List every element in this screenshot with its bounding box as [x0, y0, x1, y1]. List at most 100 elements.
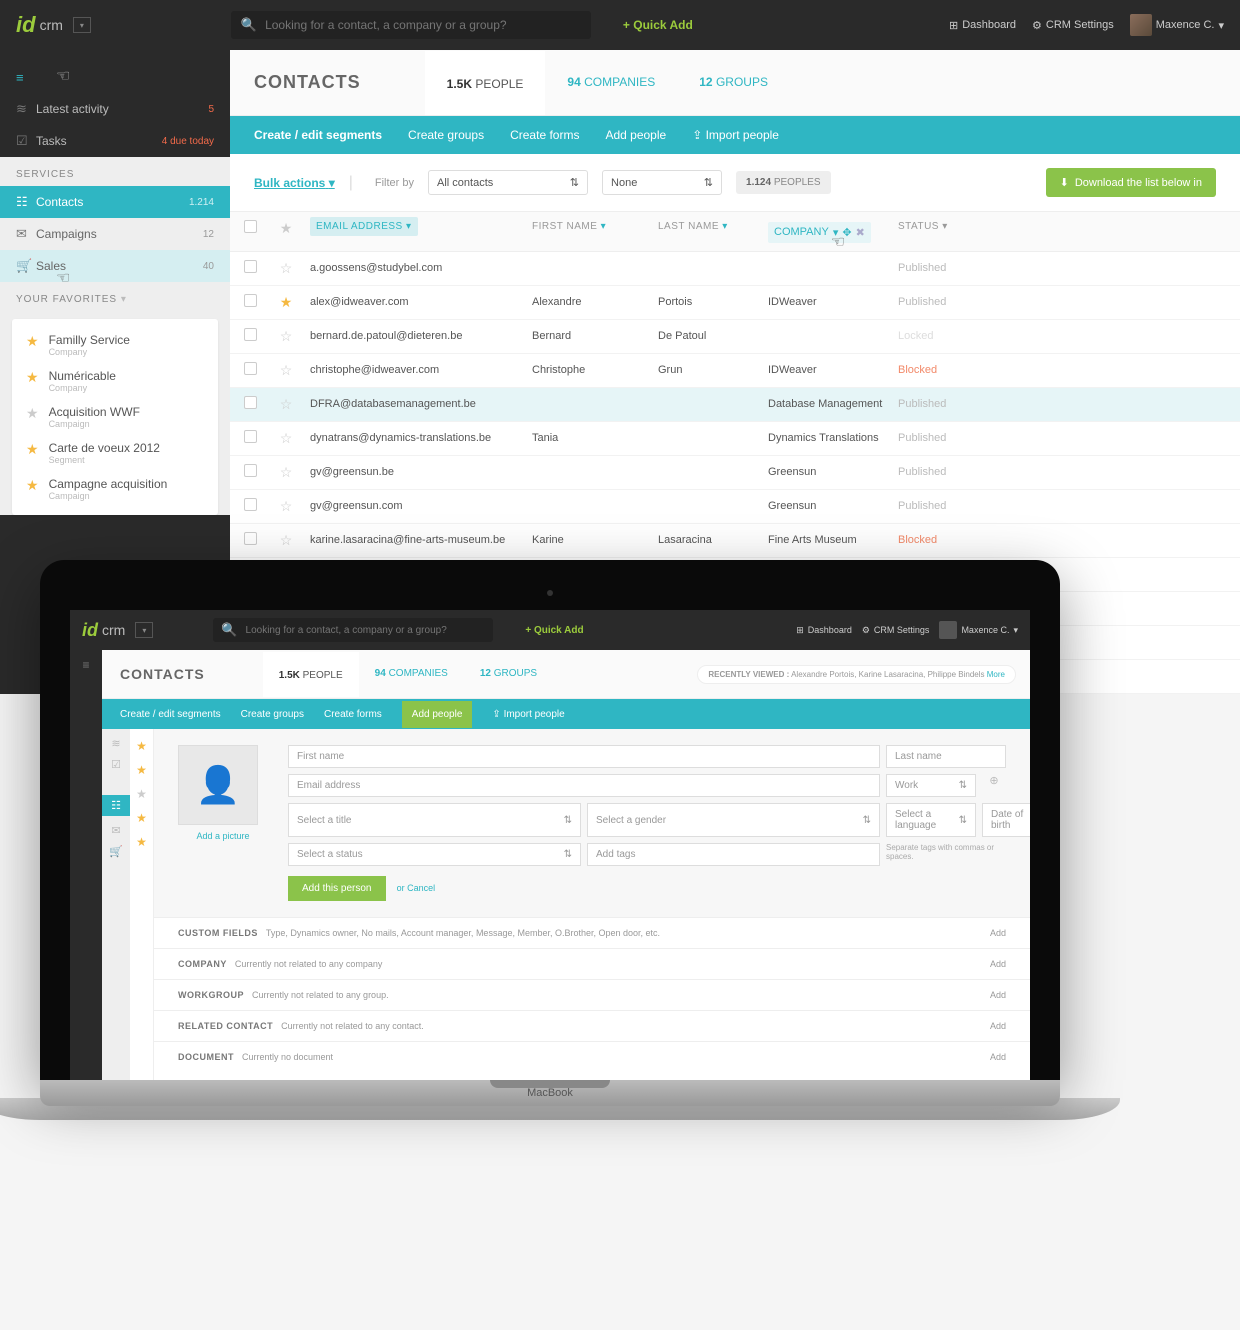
star-toggle[interactable]: ☆: [270, 464, 302, 481]
star-icon[interactable]: ★: [26, 405, 39, 422]
favorite-item[interactable]: ★ Carte de voeux 2012 Segment: [12, 435, 218, 471]
download-button[interactable]: ⬇Download the list below in: [1046, 168, 1216, 197]
rss-icon[interactable]: ≋: [111, 737, 120, 750]
search-input[interactable]: [265, 18, 581, 32]
sidebar-campaigns[interactable]: ✉ Campaigns 12: [0, 218, 230, 250]
filter-contacts-select[interactable]: All contacts⇅: [428, 170, 588, 195]
cancel-link[interactable]: Cancel: [407, 883, 435, 893]
settings-link[interactable]: ⚙ CRM Settings: [862, 625, 930, 636]
meta-add-link[interactable]: Add: [990, 928, 1006, 938]
star-icon[interactable]: ★: [26, 369, 39, 386]
row-checkbox[interactable]: [244, 362, 257, 375]
sidebar-sales[interactable]: 🛒 Sales 40 ☜: [0, 250, 230, 282]
title-select[interactable]: Select a title⇅: [288, 803, 581, 837]
th-first[interactable]: FIRST NAME ▾: [532, 221, 606, 232]
dashboard-link[interactable]: ⊞ Dashboard: [796, 625, 852, 636]
tab-people[interactable]: 1.5K PEOPLE: [425, 51, 546, 115]
row-checkbox[interactable]: [244, 328, 257, 341]
tab-groups[interactable]: 12 GROUPS: [677, 51, 790, 115]
star-icon[interactable]: ★: [26, 477, 39, 494]
subnav-segments[interactable]: Create / edit segments: [254, 128, 382, 142]
star-toggle[interactable]: ☆: [270, 396, 302, 413]
tasks-icon[interactable]: ☑: [111, 758, 121, 771]
star-toggle[interactable]: ★: [270, 294, 302, 311]
row-checkbox[interactable]: [244, 430, 257, 443]
star-icon[interactable]: ★: [26, 441, 39, 458]
quick-add-button[interactable]: + Quick Add: [623, 18, 693, 32]
email-type-select[interactable]: Work⇅: [886, 774, 976, 797]
row-checkbox[interactable]: [244, 396, 257, 409]
dashboard-link[interactable]: ⊞Dashboard: [949, 19, 1016, 32]
star-icon[interactable]: ★: [136, 763, 147, 777]
star-toggle[interactable]: ☆: [270, 532, 302, 549]
th-company[interactable]: COMPANY ▾ ✥ ✖: [768, 222, 871, 243]
campaigns-icon[interactable]: ✉: [111, 824, 120, 837]
subnav-groups[interactable]: Create groups: [241, 709, 304, 720]
row-checkbox[interactable]: [244, 464, 257, 477]
bulk-actions[interactable]: Bulk actions ▾: [254, 176, 335, 190]
more-link[interactable]: More: [987, 670, 1005, 679]
row-checkbox[interactable]: [244, 294, 257, 307]
chevron-down-icon[interactable]: ▾: [121, 294, 127, 305]
search-input[interactable]: [246, 625, 486, 636]
menu-icon[interactable]: ≡: [82, 658, 89, 672]
quick-add-button[interactable]: + Quick Add: [525, 625, 583, 636]
cart-icon[interactable]: 🛒: [109, 845, 123, 858]
dob-input[interactable]: Date of birth☐: [982, 803, 1030, 837]
table-row[interactable]: ☆ bernard.de.patoul@dieteren.be Bernard …: [230, 320, 1240, 354]
sidebar-tasks[interactable]: ☑ Tasks 4 due today: [0, 125, 230, 157]
table-row[interactable]: ☆ christophe@idweaver.com Christophe Gru…: [230, 354, 1240, 388]
favorite-item[interactable]: ★ Acquisition WWF Campaign: [12, 399, 218, 435]
logo-dropdown[interactable]: ▾: [135, 622, 153, 638]
tab-companies[interactable]: 94 COMPANIES: [545, 51, 677, 115]
tab-people[interactable]: 1.5K PEOPLE: [263, 652, 359, 697]
select-all-checkbox[interactable]: [244, 220, 257, 233]
subnav-segments[interactable]: Create / edit segments: [120, 709, 221, 720]
close-icon[interactable]: ✖: [856, 226, 865, 239]
star-toggle[interactable]: ☆: [270, 498, 302, 515]
subnav-import[interactable]: ⇪ Import people: [492, 709, 564, 720]
star-toggle[interactable]: ☆: [270, 260, 302, 277]
favorite-item[interactable]: ★ Familly Service Company: [12, 327, 218, 363]
tab-groups[interactable]: 12 GROUPS: [464, 652, 553, 697]
star-icon[interactable]: ★: [136, 835, 147, 849]
row-checkbox[interactable]: [244, 532, 257, 545]
meta-add-link[interactable]: Add: [990, 959, 1006, 969]
sidebar-filter[interactable]: ≡ FILTER ☜: [0, 62, 230, 93]
subnav-groups[interactable]: Create groups: [408, 128, 484, 142]
first-name-input[interactable]: First name: [288, 745, 880, 768]
user-menu[interactable]: Maxence C.▾: [1130, 14, 1224, 36]
table-row[interactable]: ☆ gv@greensun.com Greensun Published: [230, 490, 1240, 524]
language-select[interactable]: Select a language⇅: [886, 803, 976, 837]
star-icon[interactable]: ★: [136, 811, 147, 825]
meta-add-link[interactable]: Add: [990, 1021, 1006, 1031]
star-toggle[interactable]: ☆: [270, 362, 302, 379]
subnav-add[interactable]: Add people: [605, 128, 666, 142]
subnav-forms[interactable]: Create forms: [510, 128, 579, 142]
th-email[interactable]: EMAIL ADDRESS ▾: [310, 217, 418, 236]
add-email-icon[interactable]: ⊕: [982, 774, 1006, 797]
table-row[interactable]: ☆ a.goossens@studybel.com Published: [230, 252, 1240, 286]
subnav-import[interactable]: ⇪ Import people: [692, 128, 779, 142]
favorite-item[interactable]: ★ Numéricable Company: [12, 363, 218, 399]
star-toggle[interactable]: ☆: [270, 430, 302, 447]
user-menu[interactable]: Maxence C. ▾: [939, 621, 1018, 639]
sidebar-contacts[interactable]: ☷ Contacts 1.214: [0, 186, 230, 218]
row-checkbox[interactable]: [244, 260, 257, 273]
star-toggle[interactable]: ☆: [270, 328, 302, 345]
app2-logo[interactable]: id crm ▾: [82, 620, 153, 641]
star-icon[interactable]: ★: [136, 787, 147, 801]
gender-select[interactable]: Select a gender⇅: [587, 803, 880, 837]
favorite-item[interactable]: ★ Campagne acquisition Campaign: [12, 471, 218, 507]
star-icon[interactable]: ★: [136, 739, 147, 753]
logo[interactable]: id crm ▾: [16, 12, 91, 38]
status-select[interactable]: Select a status⇅: [288, 843, 581, 866]
add-person-button[interactable]: Add this person: [288, 876, 386, 901]
last-name-input[interactable]: Last name: [886, 745, 1006, 768]
meta-add-link[interactable]: Add: [990, 1052, 1006, 1062]
logo-dropdown[interactable]: ▾: [73, 17, 91, 33]
settings-link[interactable]: ⚙CRM Settings: [1032, 19, 1114, 32]
star-icon[interactable]: ★: [26, 333, 39, 350]
meta-add-link[interactable]: Add: [990, 990, 1006, 1000]
contacts-icon[interactable]: ☷: [102, 795, 130, 816]
